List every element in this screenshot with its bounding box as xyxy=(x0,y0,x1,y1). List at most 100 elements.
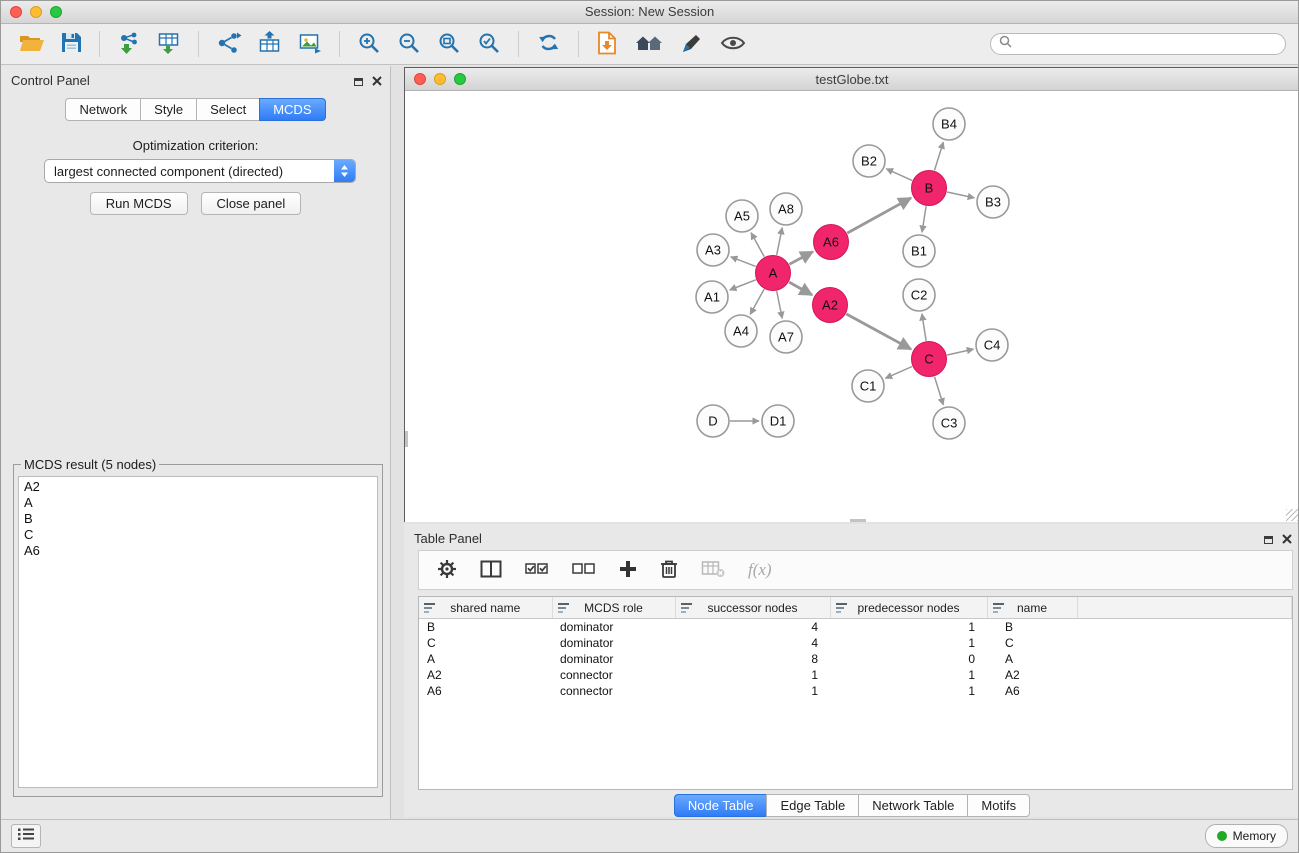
horizontal-scroll-thumb[interactable] xyxy=(850,519,866,522)
graph-node-C[interactable]: C xyxy=(912,342,947,377)
zoom-fit-button[interactable] xyxy=(432,28,466,61)
table-cell[interactable]: dominator xyxy=(552,635,675,651)
table-cell[interactable]: 1 xyxy=(830,635,987,651)
graph-node-C1[interactable]: C1 xyxy=(852,370,884,402)
table-cell[interactable]: B xyxy=(987,619,1077,636)
deselect-all-columns-button[interactable] xyxy=(568,558,600,582)
table-cell[interactable]: C xyxy=(419,635,552,651)
graph-node-A5[interactable]: A5 xyxy=(726,200,758,232)
network-window-titlebar[interactable]: testGlobe.txt xyxy=(405,68,1299,91)
add-column-button[interactable] xyxy=(615,558,641,583)
column-header-successor-nodes[interactable]: successor nodes xyxy=(675,597,830,619)
graph-edge-A-A7[interactable] xyxy=(777,291,783,318)
graph-node-B[interactable]: B xyxy=(912,171,947,206)
table-cell[interactable]: connector xyxy=(552,667,675,683)
mcds-result-item[interactable]: B xyxy=(24,511,372,527)
function-builder-button[interactable]: f(x) xyxy=(744,558,776,582)
select-all-columns-button[interactable] xyxy=(521,558,553,582)
table-row[interactable]: Bdominator41B xyxy=(419,619,1292,636)
import-file-button[interactable] xyxy=(591,28,623,61)
graph-edge-B-B4[interactable] xyxy=(935,142,944,170)
table-row[interactable]: Cdominator41C xyxy=(419,635,1292,651)
table-cell[interactable]: 1 xyxy=(675,667,830,683)
graph-node-B2[interactable]: B2 xyxy=(853,145,885,177)
apply-layout-button[interactable] xyxy=(531,28,566,61)
table-cell[interactable]: 1 xyxy=(830,619,987,636)
tab-edge-table[interactable]: Edge Table xyxy=(766,794,859,817)
close-panel-icon[interactable] xyxy=(372,73,382,91)
zoom-selected-button[interactable] xyxy=(472,28,506,61)
open-session-button[interactable] xyxy=(14,29,50,59)
table-cell[interactable]: 1 xyxy=(830,667,987,683)
delete-table-button[interactable] xyxy=(697,558,729,583)
table-row[interactable]: A2connector11A2 xyxy=(419,667,1292,683)
table-row[interactable]: A6connector11A6 xyxy=(419,683,1292,699)
optimization-criterion-select[interactable]: largest connected component (directed) xyxy=(44,159,356,183)
graph-node-D1[interactable]: D1 xyxy=(762,405,794,437)
graph-edge-A-A8[interactable] xyxy=(777,228,783,255)
table-cell[interactable]: A6 xyxy=(419,683,552,699)
close-table-panel-icon[interactable] xyxy=(1282,531,1292,549)
export-table-button[interactable] xyxy=(253,28,287,61)
table-cell[interactable]: 1 xyxy=(675,683,830,699)
network-canvas[interactable]: B4B2BB3A5A8A6B1A3AC2A1A2A4A7CC4C1C3DD1 xyxy=(405,91,1299,522)
close-panel-button[interactable]: Close panel xyxy=(201,192,302,215)
graph-node-A1[interactable]: A1 xyxy=(696,281,728,313)
zoom-in-button[interactable] xyxy=(352,28,386,61)
column-header-mcds-role[interactable]: MCDS role xyxy=(552,597,675,619)
mcds-result-item[interactable]: A6 xyxy=(24,543,372,559)
import-table-button[interactable] xyxy=(152,28,186,61)
graph-node-C4[interactable]: C4 xyxy=(976,329,1008,361)
mcds-result-item[interactable]: C xyxy=(24,527,372,543)
graph-edge-C-C1[interactable] xyxy=(885,367,912,379)
zoom-out-button[interactable] xyxy=(392,28,426,61)
export-image-button[interactable] xyxy=(293,28,327,61)
vertical-scroll-thumb[interactable] xyxy=(405,431,408,447)
graph-edge-A-A4[interactable] xyxy=(750,289,764,314)
float-table-panel-icon[interactable] xyxy=(1264,536,1273,544)
table-cell[interactable]: A xyxy=(419,651,552,667)
tab-mcds[interactable]: MCDS xyxy=(259,98,325,121)
graph-node-A8[interactable]: A8 xyxy=(770,193,802,225)
table-cell[interactable]: dominator xyxy=(552,651,675,667)
graph-node-A7[interactable]: A7 xyxy=(770,321,802,353)
table-cell[interactable]: connector xyxy=(552,683,675,699)
tab-select[interactable]: Select xyxy=(196,98,260,121)
graph-edge-B-B3[interactable] xyxy=(947,192,974,198)
column-header-name[interactable]: name xyxy=(987,597,1077,619)
save-session-button[interactable] xyxy=(56,29,87,59)
tab-style[interactable]: Style xyxy=(140,98,197,121)
graph-node-A3[interactable]: A3 xyxy=(697,234,729,266)
graph-node-A2[interactable]: A2 xyxy=(813,288,848,323)
graph-edge-B-B1[interactable] xyxy=(922,206,926,232)
import-network-button[interactable] xyxy=(112,28,146,61)
float-panel-icon[interactable] xyxy=(354,78,363,86)
graph-node-B1[interactable]: B1 xyxy=(903,235,935,267)
mcds-result-item[interactable]: A xyxy=(24,495,372,511)
graph-node-C2[interactable]: C2 xyxy=(903,279,935,311)
graph-node-B4[interactable]: B4 xyxy=(933,108,965,140)
export-network-button[interactable] xyxy=(211,28,247,61)
search-input[interactable] xyxy=(1017,36,1277,52)
tab-network[interactable]: Network xyxy=(65,98,141,121)
table-row[interactable]: Adominator80A xyxy=(419,651,1292,667)
graph-node-A4[interactable]: A4 xyxy=(725,315,757,347)
graph-edge-A-A5[interactable] xyxy=(751,233,764,257)
table-cell[interactable]: 4 xyxy=(675,635,830,651)
graph-node-D[interactable]: D xyxy=(697,405,729,437)
memory-button[interactable]: Memory xyxy=(1205,824,1288,848)
tab-node-table[interactable]: Node Table xyxy=(674,794,768,817)
table-cell[interactable]: A2 xyxy=(419,667,552,683)
graph-edge-B-B2[interactable] xyxy=(886,169,912,181)
column-header-shared-name[interactable]: shared name xyxy=(419,597,552,619)
task-history-button[interactable] xyxy=(11,824,41,848)
resize-grip-icon[interactable] xyxy=(1286,509,1298,521)
table-cell[interactable]: 8 xyxy=(675,651,830,667)
tab-network-table[interactable]: Network Table xyxy=(858,794,968,817)
graph-edge-C-C3[interactable] xyxy=(935,377,944,405)
home-button[interactable] xyxy=(629,29,669,60)
column-header-predecessor-nodes[interactable]: predecessor nodes xyxy=(830,597,987,619)
graph-edge-A-A6[interactable] xyxy=(789,252,813,265)
table-settings-button[interactable] xyxy=(433,557,461,584)
run-mcds-button[interactable]: Run MCDS xyxy=(90,192,188,215)
